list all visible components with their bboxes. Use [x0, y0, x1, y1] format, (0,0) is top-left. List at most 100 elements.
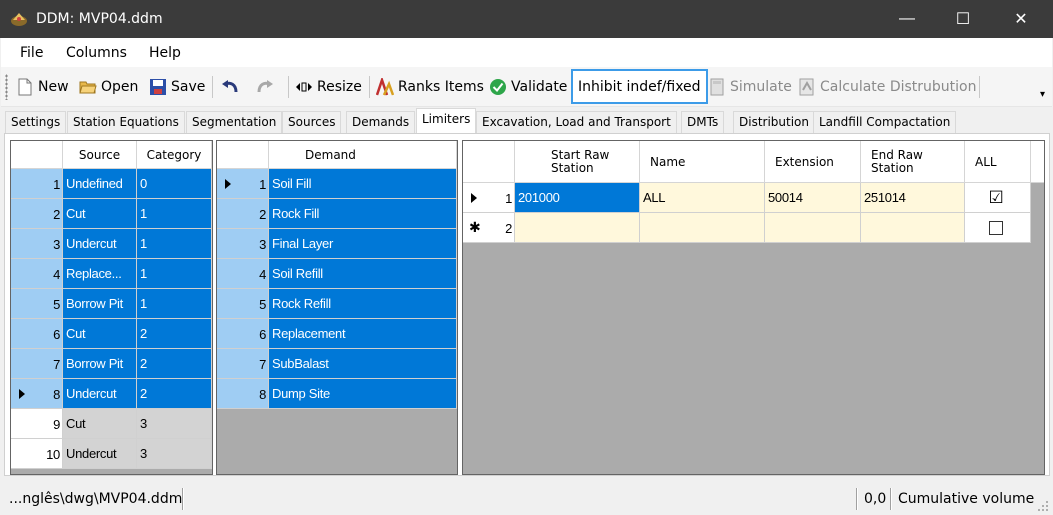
row-header[interactable]: 8	[217, 379, 269, 409]
tab-excavation-load-transport[interactable]: Excavation, Load and Transport	[476, 111, 677, 133]
category-cell[interactable]: 1	[137, 289, 212, 319]
row-header[interactable]: 3	[11, 229, 63, 259]
table-row[interactable]: 4 Soil Refill	[217, 259, 457, 289]
simulate-button[interactable]: Simulate	[708, 76, 792, 98]
category-cell[interactable]: 3	[137, 409, 212, 439]
row-header[interactable]: ✱ 2	[463, 213, 515, 243]
row-header[interactable]: 1	[463, 183, 515, 213]
toolbar-overflow-button[interactable]: ▾	[1040, 89, 1045, 100]
source-cell[interactable]: Undercut	[63, 439, 137, 469]
demand-cell[interactable]: Final Layer	[269, 229, 457, 259]
table-row[interactable]: 3 Undercut 1	[11, 229, 212, 259]
tab-landfill-compactation[interactable]: Landfill Compactation	[813, 111, 957, 133]
redo-button[interactable]	[256, 76, 278, 98]
demand-cell[interactable]: Dump Site	[269, 379, 457, 409]
row-header[interactable]: 6	[11, 319, 63, 349]
row-header[interactable]: 5	[217, 289, 269, 319]
demand-cell[interactable]: Replacement	[269, 319, 457, 349]
table-row[interactable]: 7 SubBalast	[217, 349, 457, 379]
column-header-source[interactable]: Source	[63, 141, 137, 169]
end-raw-station-cell[interactable]	[861, 213, 965, 243]
menu-help[interactable]: Help	[149, 45, 181, 61]
tab-settings[interactable]: Settings	[5, 111, 67, 133]
column-header-end-raw-station[interactable]: End Raw Station	[861, 141, 965, 183]
source-cell[interactable]: Replace...	[63, 259, 137, 289]
column-header-start-raw-station[interactable]: Start Raw Station	[515, 141, 640, 183]
tab-segmentation[interactable]: Segmentation	[186, 111, 283, 133]
end-raw-station-cell[interactable]: 251014	[861, 183, 965, 213]
source-cell[interactable]: Undefined	[63, 169, 137, 199]
demand-cell[interactable]: Rock Fill	[269, 199, 457, 229]
source-cell[interactable]: Undercut	[63, 379, 137, 409]
tab-sources[interactable]: Sources	[282, 111, 342, 133]
table-row[interactable]: 2 Rock Fill	[217, 199, 457, 229]
table-row[interactable]: 4 Replace... 1	[11, 259, 212, 289]
demand-cell[interactable]: SubBalast	[269, 349, 457, 379]
table-row[interactable]: 6 Replacement	[217, 319, 457, 349]
category-cell[interactable]: 3	[137, 439, 212, 469]
source-cell[interactable]: Cut	[63, 409, 137, 439]
table-row[interactable]: 7 Borrow Pit 2	[11, 349, 212, 379]
category-cell[interactable]: 2	[137, 319, 212, 349]
row-header[interactable]: 7	[11, 349, 63, 379]
all-checkbox-checked[interactable]: ☑	[989, 189, 1004, 206]
tab-station-equations[interactable]: Station Equations	[67, 111, 185, 133]
row-header[interactable]: 4	[11, 259, 63, 289]
row-header[interactable]: 3	[217, 229, 269, 259]
table-row[interactable]: 8 Undercut 2	[11, 379, 212, 409]
validate-button[interactable]: Validate	[489, 76, 567, 98]
table-row[interactable]: 5 Rock Refill	[217, 289, 457, 319]
table-row[interactable]: 6 Cut 2	[11, 319, 212, 349]
category-cell[interactable]: 1	[137, 199, 212, 229]
column-header-all[interactable]: ALL	[965, 141, 1031, 183]
demand-cell[interactable]: Soil Fill	[269, 169, 457, 199]
maximize-button[interactable]: ☐	[940, 0, 986, 38]
row-header[interactable]: 8	[11, 379, 63, 409]
resize-grip-icon[interactable]	[1037, 500, 1049, 512]
start-raw-station-cell[interactable]: 201000	[515, 183, 640, 213]
column-header-category[interactable]: Category	[137, 141, 212, 169]
source-cell[interactable]: Cut	[63, 199, 137, 229]
calculate-distribution-button[interactable]: Calculate Distrubution	[798, 76, 977, 98]
row-header[interactable]: 6	[217, 319, 269, 349]
source-cell[interactable]: Borrow Pit	[63, 349, 137, 379]
extension-cell[interactable]: 50014	[765, 183, 861, 213]
ranks-items-button[interactable]: Ranks Items	[376, 76, 484, 98]
new-button[interactable]: New	[16, 76, 69, 98]
all-checkbox-unchecked[interactable]	[989, 220, 1003, 235]
category-cell[interactable]: 1	[137, 229, 212, 259]
table-row[interactable]: 8 Dump Site	[217, 379, 457, 409]
start-raw-station-cell[interactable]	[515, 213, 640, 243]
row-header[interactable]: 2	[217, 199, 269, 229]
resize-button[interactable]: Resize	[295, 76, 362, 98]
menu-columns[interactable]: Columns	[66, 45, 127, 61]
source-cell[interactable]: Borrow Pit	[63, 289, 137, 319]
name-cell[interactable]: ALL	[640, 183, 765, 213]
source-cell[interactable]: Cut	[63, 319, 137, 349]
row-header[interactable]: 1	[217, 169, 269, 199]
table-row-new[interactable]: ✱ 2	[463, 213, 1031, 243]
column-header-name[interactable]: Name	[640, 141, 765, 183]
table-row[interactable]: 3 Final Layer	[217, 229, 457, 259]
undo-button[interactable]	[221, 76, 243, 98]
demand-cell[interactable]: Soil Refill	[269, 259, 457, 289]
extension-cell[interactable]	[765, 213, 861, 243]
save-button[interactable]: Save	[149, 76, 205, 98]
toolbar-grip[interactable]	[5, 74, 8, 100]
minimize-button[interactable]: —	[884, 0, 930, 38]
tab-distribution[interactable]: Distribution	[733, 111, 816, 133]
name-cell[interactable]	[640, 213, 765, 243]
category-cell[interactable]: 2	[137, 379, 212, 409]
tab-dmts[interactable]: DMTs	[681, 111, 725, 133]
category-cell[interactable]: 1	[137, 259, 212, 289]
row-header[interactable]: 9	[11, 409, 63, 439]
source-cell[interactable]: Undercut	[63, 229, 137, 259]
table-row[interactable]: 2 Cut 1	[11, 199, 212, 229]
row-header[interactable]: 5	[11, 289, 63, 319]
column-header-demand[interactable]: Demand	[269, 141, 457, 169]
table-row[interactable]: 1 201000 ALL 50014 251014 ☑	[463, 183, 1031, 213]
close-button[interactable]: ✕	[998, 0, 1044, 38]
table-row[interactable]: 1 Soil Fill	[217, 169, 457, 199]
row-header[interactable]: 4	[217, 259, 269, 289]
category-cell[interactable]: 0	[137, 169, 212, 199]
